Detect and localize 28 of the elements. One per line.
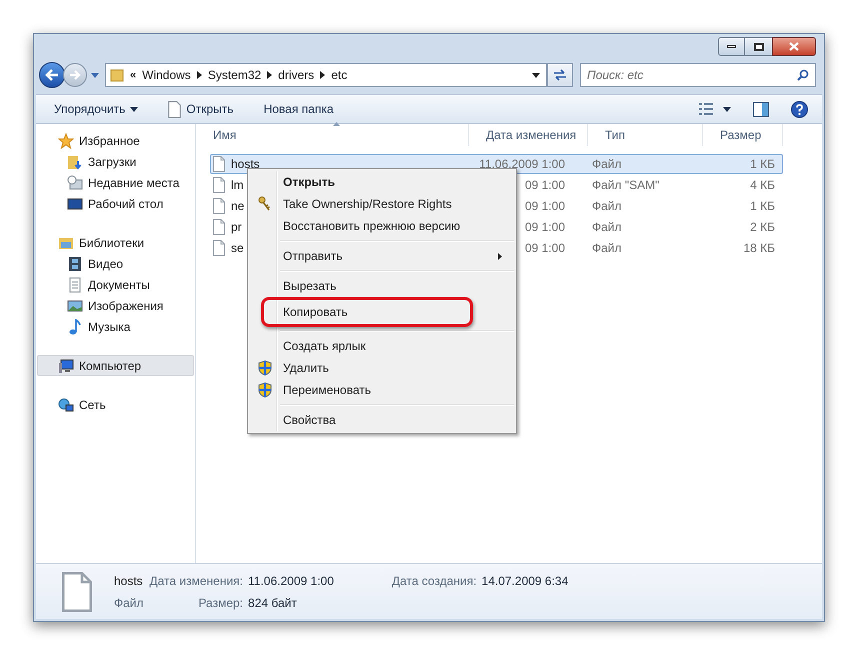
detail-label: Дата изменения:	[150, 573, 244, 590]
type-cell: Файл	[592, 220, 622, 234]
size-cell: 1 КБ	[750, 199, 775, 213]
size-cell: 4 КБ	[750, 178, 775, 192]
file-type: Файл	[114, 595, 144, 612]
date-cell: 09 1:00	[524, 199, 565, 213]
date-cell: 09 1:00	[524, 178, 565, 192]
type-cell: Файл	[592, 199, 622, 213]
date-cell: 11.06.2009 1:00	[479, 157, 565, 171]
file-name: hosts	[231, 156, 260, 173]
file-name: lm	[231, 177, 244, 194]
file-name: ne	[231, 198, 244, 215]
type-cell: Файл "SAM"	[592, 178, 660, 192]
size-cell: 18 КБ	[743, 241, 775, 255]
type-cell: Файл	[592, 157, 622, 171]
detail-value: 14.07.2009 6:34	[482, 573, 568, 590]
file-name: hosts	[114, 573, 144, 590]
file-name: se	[231, 240, 244, 257]
date-cell: 09 1:00	[524, 220, 565, 234]
size-cell: 2 КБ	[750, 220, 775, 234]
date-cell: 09 1:00	[524, 241, 565, 255]
detail-label: Размер:	[197, 595, 244, 612]
detail-label: Дата создания:	[392, 573, 477, 590]
type-cell: Файл	[592, 241, 622, 255]
detail-value: 11.06.2009 1:00	[248, 573, 334, 590]
size-cell: 1 КБ	[750, 157, 775, 171]
detail-value: 824 байт	[248, 595, 298, 612]
file-name: pr	[231, 219, 242, 236]
